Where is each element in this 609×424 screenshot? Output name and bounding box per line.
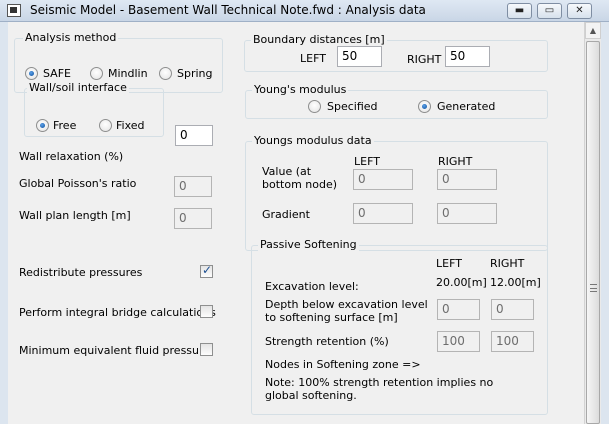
min-fluid-pressure-checkbox[interactable] [200, 343, 213, 356]
youngs-gradient-left-input[interactable]: 0 [353, 203, 413, 224]
youngs-col-left: LEFT [354, 155, 380, 168]
spring-radio[interactable] [159, 67, 172, 80]
youngs-modulus-data-legend: Youngs modulus data [252, 134, 374, 147]
youngs-gradient-label: Gradient [262, 208, 310, 221]
youngs-value-label: Value (at bottom node) [262, 165, 338, 191]
youngs-value-right-input[interactable]: 0 [437, 169, 497, 190]
title-bar: Seismic Model - Basement Wall Technical … [0, 0, 609, 22]
maximize-button[interactable]: ▭ [537, 3, 562, 19]
youngs-modulus-legend: Young's modulus [252, 83, 349, 96]
softening-note: Note: 100% strength retention implies no… [265, 376, 494, 402]
boundary-right-input[interactable]: 50 [445, 46, 490, 67]
wall-soil-interface-legend: Wall/soil interface [27, 81, 129, 94]
softening-depth-left-input[interactable]: 0 [437, 299, 480, 320]
safe-radio[interactable] [25, 67, 38, 80]
free-radio[interactable] [36, 119, 49, 132]
generated-label[interactable]: Generated [437, 100, 495, 113]
wall-soil-interface-group: Wall/soil interface Free Fixed [24, 81, 164, 137]
wall-plan-length-input[interactable]: 0 [174, 208, 212, 229]
boundary-right-label: RIGHT [407, 53, 442, 66]
specified-label[interactable]: Specified [327, 100, 378, 113]
dialog-content: Analysis method SAFE Mindlin Spring Wall… [8, 22, 584, 424]
youngs-modulus-group: Young's modulus Specified Generated [245, 83, 548, 119]
youngs-gradient-right-input[interactable]: 0 [437, 203, 497, 224]
global-poisson-label: Global Poisson's ratio [19, 177, 137, 190]
wall-relaxation-label: Wall relaxation (%) [19, 150, 124, 163]
youngs-col-right: RIGHT [438, 155, 473, 168]
strength-retention-left-input[interactable]: 100 [437, 331, 480, 352]
minimize-button[interactable]: ▬ [507, 3, 532, 19]
excavation-level-left: 20.00[m] [436, 276, 487, 289]
min-fluid-pressure-label: Minimum equivalent fluid pressure [19, 344, 211, 357]
redistribute-checkbox[interactable] [200, 263, 213, 278]
fixed-radio[interactable] [99, 119, 112, 132]
integral-bridge-checkbox[interactable] [200, 305, 213, 318]
nodes-softening-label: Nodes in Softening zone => [265, 358, 421, 371]
scrollbar-grip-icon [590, 284, 597, 292]
close-button[interactable]: ✕ [567, 3, 592, 19]
strength-retention-label: Strength retention (%) [265, 335, 389, 348]
youngs-modulus-data-group: Youngs modulus data LEFT RIGHT Value (at… [245, 134, 548, 251]
integral-bridge-label: Perform integral bridge calculations [19, 306, 216, 319]
redistribute-label: Redistribute pressures [19, 266, 143, 279]
excavation-level-label: Excavation level: [265, 280, 359, 293]
boundary-left-input[interactable]: 50 [337, 46, 382, 67]
wall-relaxation-input[interactable]: 0 [175, 125, 213, 146]
wall-plan-length-label: Wall plan length [m] [19, 209, 131, 222]
boundary-left-label: LEFT [300, 52, 326, 65]
youngs-value-left-input[interactable]: 0 [353, 169, 413, 190]
app-icon [7, 4, 21, 17]
vertical-scrollbar[interactable]: ▲ [584, 22, 601, 424]
excavation-level-right: 12.00[m] [490, 276, 541, 289]
passive-softening-legend: Passive Softening [258, 238, 359, 251]
softening-depth-label: Depth below excavation level to softenin… [265, 298, 428, 324]
softening-depth-right-input[interactable]: 0 [491, 299, 534, 320]
free-label[interactable]: Free [53, 119, 76, 132]
safe-label[interactable]: SAFE [43, 67, 71, 80]
generated-radio[interactable] [418, 100, 431, 113]
window-title: Seismic Model - Basement Wall Technical … [30, 3, 426, 17]
strength-retention-right-input[interactable]: 100 [491, 331, 534, 352]
mindlin-radio[interactable] [90, 67, 103, 80]
fixed-label[interactable]: Fixed [116, 119, 145, 132]
passive-softening-group: Passive Softening LEFT RIGHT Excavation … [251, 238, 548, 415]
specified-radio[interactable] [308, 100, 321, 113]
scrollbar-thumb[interactable] [586, 41, 600, 424]
window-frame-left [0, 22, 8, 424]
boundary-distances-group: Boundary distances [m] LEFT 50 RIGHT 50 [244, 33, 548, 72]
boundary-distances-legend: Boundary distances [m] [251, 33, 387, 46]
analysis-method-legend: Analysis method [23, 31, 119, 44]
global-poisson-input[interactable]: 0 [174, 176, 212, 197]
scroll-up-arrow-icon[interactable]: ▲ [585, 22, 601, 39]
spring-label[interactable]: Spring [177, 67, 213, 80]
mindlin-label[interactable]: Mindlin [108, 67, 148, 80]
window-frame-right [601, 22, 609, 424]
softening-col-right: RIGHT [490, 257, 525, 270]
softening-col-left: LEFT [436, 257, 462, 270]
